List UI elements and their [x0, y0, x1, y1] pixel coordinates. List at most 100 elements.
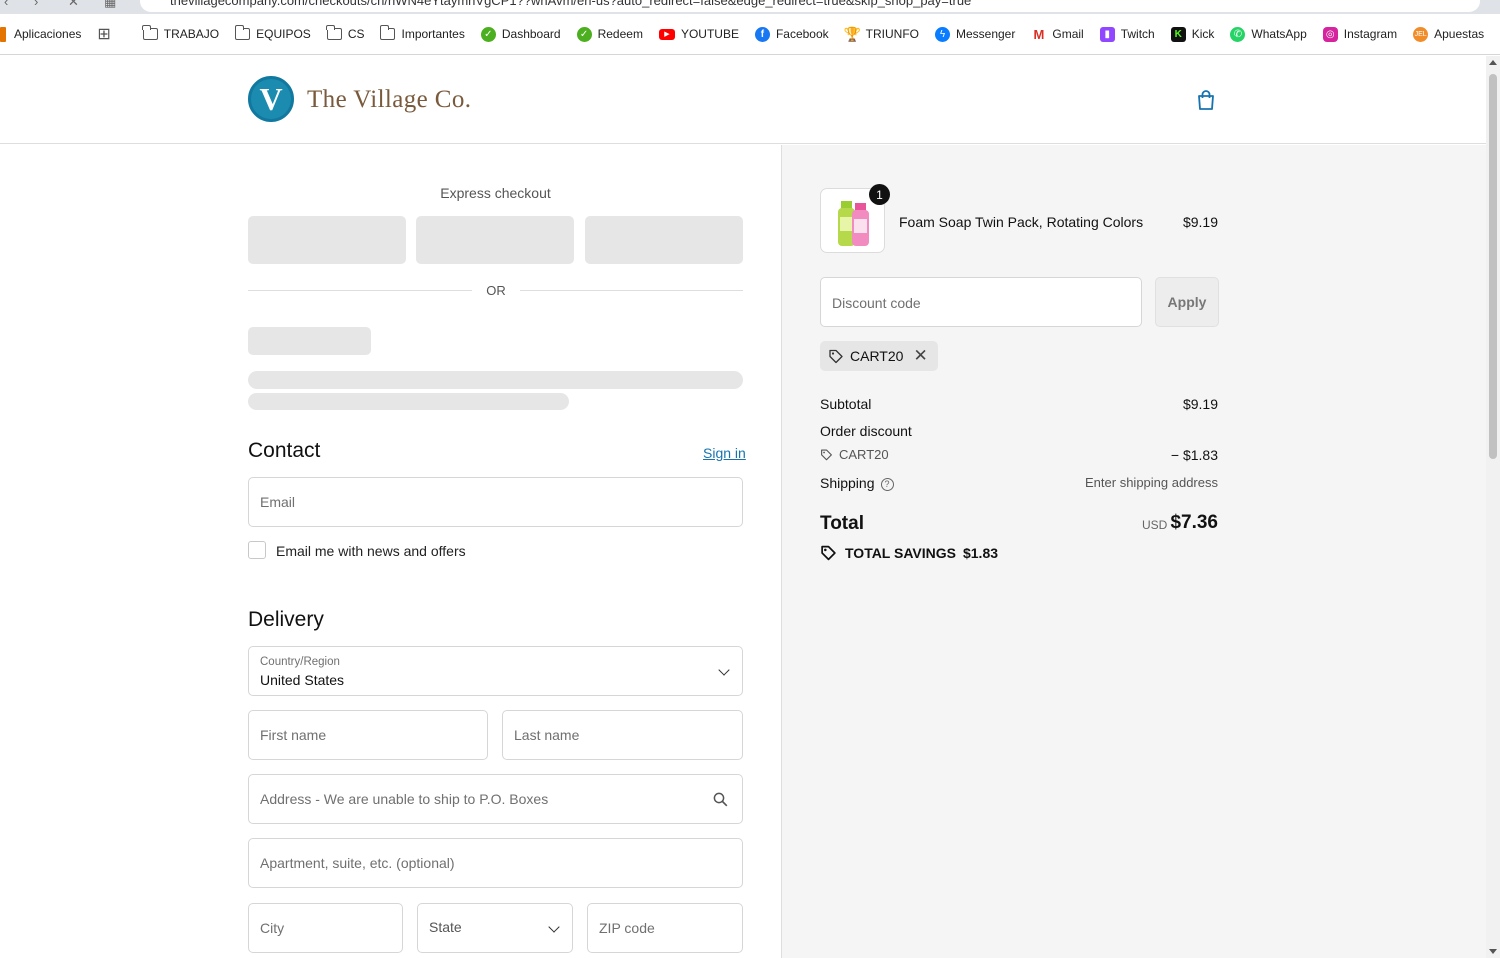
city-field[interactable]: City: [248, 903, 403, 953]
bookmark-label: Dashboard: [501, 27, 561, 41]
remove-discount-icon[interactable]: ✕: [913, 346, 927, 366]
bookmark-importantes[interactable]: Importantes: [380, 25, 465, 42]
brand-name[interactable]: The Village Co.: [307, 86, 471, 114]
bookmark-equipos[interactable]: EQUIPOS: [234, 25, 311, 42]
first-name-placeholder: First name: [260, 727, 327, 743]
trophy-icon: 🏆: [843, 25, 861, 42]
product-name: Foam Soap Twin Pack, Rotating Colors: [899, 214, 1144, 230]
discount-code-label: CART20: [839, 447, 889, 462]
bookmark-instagram[interactable]: ◎ Instagram: [1322, 26, 1397, 42]
express-button-3[interactable]: [585, 216, 743, 264]
bookmark-twitch[interactable]: ▮ Twitch: [1099, 26, 1155, 42]
zip-field[interactable]: ZIP code: [587, 903, 743, 953]
tab-grid-icon[interactable]: ▦: [104, 0, 116, 10]
browser-url-bar: ‹ › ✕ ▦ thevillagecompany.com/checkouts/…: [0, 0, 1500, 14]
applied-code-label: CART20: [850, 348, 904, 364]
shopping-bag-icon[interactable]: [1195, 89, 1217, 111]
savings-label: TOTAL SAVINGS: [845, 544, 956, 561]
bookmark-label: TRABAJO: [163, 27, 220, 41]
bookmark-label: EQUIPOS: [256, 27, 311, 41]
grid-icon: ⊞: [97, 26, 111, 43]
url-text[interactable]: thevillagecompany.com/checkouts/cn/hWN4e…: [170, 0, 971, 8]
site-header: V The Village Co.: [0, 56, 1486, 144]
gmail-icon: M: [1033, 26, 1045, 42]
savings-tag-icon: [821, 545, 836, 561]
express-button-1[interactable]: [248, 216, 406, 264]
email-field[interactable]: Email: [248, 477, 743, 527]
savings-value: $1.83: [962, 544, 999, 561]
bookmark-apps-button[interactable]: ⊞: [97, 24, 110, 44]
page-scrollbar[interactable]: [1486, 56, 1500, 958]
first-name-field[interactable]: First name: [248, 710, 488, 760]
subtotal-label: Subtotal: [820, 396, 872, 412]
back-icon[interactable]: ‹: [4, 0, 8, 9]
scrollbar-thumb[interactable]: [1489, 74, 1497, 459]
bookmark-whatsapp[interactable]: ✆ WhatsApp: [1230, 26, 1307, 42]
currency-code: USD: [1142, 518, 1168, 532]
address-field[interactable]: Address - We are unable to ship to P.O. …: [248, 774, 743, 824]
order-summary: 1 Foam Soap Twin Pack, Rotating Colors $…: [781, 145, 1486, 958]
bookmark-label: Aplicaciones: [14, 27, 82, 41]
discount-code-field[interactable]: Discount code: [820, 277, 1142, 327]
bookmark-label: YOUTUBE: [680, 27, 739, 41]
newsletter-checkbox[interactable]: [248, 541, 266, 559]
chevron-down-icon: [548, 921, 560, 933]
express-button-2[interactable]: [416, 216, 574, 264]
state-select[interactable]: State: [417, 903, 573, 953]
divider: [248, 290, 472, 291]
bookmark-label: Importantes: [401, 27, 465, 41]
tag-icon: [821, 449, 832, 461]
bookmark-label: WhatsApp: [1251, 27, 1307, 41]
newsletter-label: Email me with news and offers: [276, 543, 466, 559]
bookmarks-bar: Aplicaciones ⊞ TRABAJO EQUIPOS CS Import…: [0, 14, 1500, 55]
bookmark-label: CS: [347, 27, 365, 41]
delivery-heading: Delivery: [248, 608, 324, 631]
bookmark-facebook[interactable]: f Facebook: [754, 26, 829, 42]
forward-icon[interactable]: ›: [34, 0, 38, 9]
bookmark-label: Redeem: [597, 27, 643, 41]
bookmark-gmail[interactable]: M Gmail: [1031, 27, 1083, 42]
folder-icon: [142, 25, 158, 42]
bookmark-messenger[interactable]: ϟ Messenger: [934, 26, 1015, 42]
last-name-field[interactable]: Last name: [502, 710, 743, 760]
scroll-down-icon[interactable]: [1489, 949, 1497, 954]
apartment-field[interactable]: Apartment, suite, etc. (optional): [248, 838, 743, 888]
total-value: $7.36: [1170, 512, 1218, 533]
apartment-placeholder: Apartment, suite, etc. (optional): [260, 855, 455, 871]
order-discount-label: Order discount: [820, 423, 912, 439]
country-select[interactable]: Country/Region United States: [248, 646, 743, 696]
total-savings: TOTAL SAVINGS $1.83: [820, 544, 998, 561]
reload-icon[interactable]: ✕: [68, 0, 79, 10]
bookmark-label: Gmail: [1052, 27, 1084, 41]
bookmark-trabajo[interactable]: TRABAJO: [142, 25, 220, 42]
express-checkout-title: Express checkout: [440, 185, 551, 201]
address-placeholder: Address - We are unable to ship to P.O. …: [260, 791, 549, 807]
shipping-row: Shipping?: [820, 475, 894, 491]
scroll-up-icon[interactable]: [1489, 60, 1497, 65]
logo-icon[interactable]: V: [248, 76, 294, 122]
help-icon[interactable]: ?: [880, 477, 894, 491]
bookmark-kick[interactable]: K Kick: [1170, 26, 1214, 42]
bookmark-dashboard[interactable]: ✓ Dashboard: [480, 26, 561, 42]
apps-grid-icon: [0, 26, 6, 42]
bookmark-label: Facebook: [775, 27, 829, 41]
redeem-icon: ✓: [576, 26, 592, 42]
total-label: Total: [820, 513, 864, 534]
bookmark-aplicaciones[interactable]: Aplicaciones: [0, 26, 82, 42]
bookmark-youtube[interactable]: ▶ YOUTUBE: [658, 27, 739, 41]
apply-button[interactable]: Apply: [1155, 277, 1219, 327]
divider: [520, 290, 743, 291]
subtotal-value: $9.19: [1182, 396, 1218, 412]
messenger-icon: ϟ: [934, 26, 950, 42]
bookmark-label: Twitch: [1120, 27, 1155, 41]
folder-icon: [326, 25, 342, 42]
last-name-placeholder: Last name: [514, 727, 580, 743]
bookmark-cs[interactable]: CS: [326, 25, 365, 42]
sign-in-link[interactable]: Sign in: [703, 445, 746, 461]
folder-icon: [234, 25, 251, 42]
bookmark-apuestas[interactable]: JEL Apuestas: [1413, 26, 1484, 42]
bookmark-triunfo[interactable]: 🏆 TRIUNFO: [843, 25, 919, 42]
youtube-icon: ▶: [658, 28, 675, 40]
logo-letter: V: [259, 80, 283, 117]
bookmark-redeem[interactable]: ✓ Redeem: [576, 26, 643, 42]
